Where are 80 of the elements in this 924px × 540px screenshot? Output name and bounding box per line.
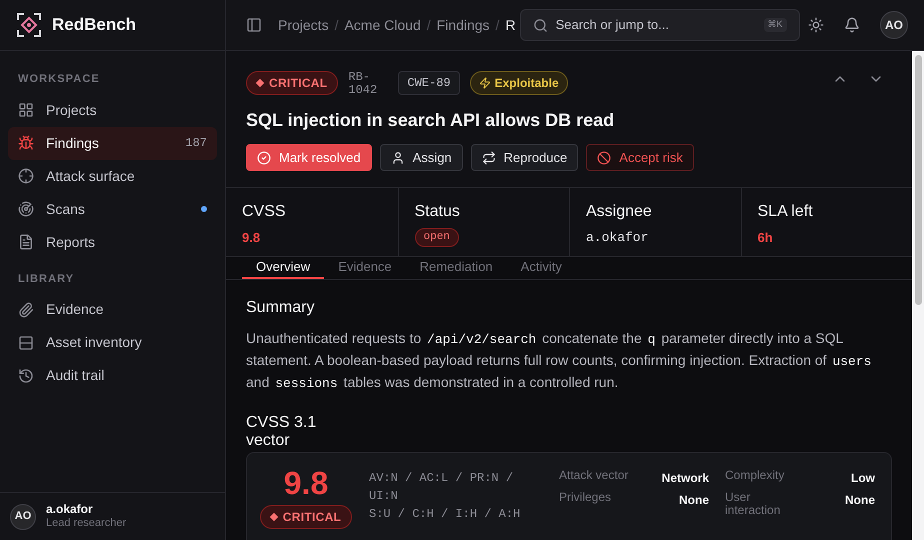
nav-item[interactable]: Scans <box>8 192 217 226</box>
stat-label: Assignee <box>586 202 653 222</box>
stat-value: 6h <box>758 229 774 247</box>
tab[interactable]: Overview <box>242 257 324 278</box>
bug-icon <box>18 135 34 151</box>
breadcrumb-separator: / <box>496 16 500 34</box>
nav-item[interactable]: Audit trail <box>8 359 217 392</box>
rows-icon <box>18 334 34 350</box>
status-badge: open <box>414 228 459 246</box>
user-role: Lead researcher <box>46 517 126 531</box>
metric-label: Complexity <box>725 468 786 482</box>
stat-label: CVSS <box>242 202 287 222</box>
breadcrumb-separator: / <box>426 16 431 34</box>
nav-item[interactable]: Attack surface <box>8 160 217 192</box>
action-button[interactable]: Accept risk <box>586 144 694 171</box>
section-heading: Summary <box>246 298 316 318</box>
exploitable-badge: Exploitable <box>470 71 568 95</box>
cwe-tag: CWE-89 <box>398 71 460 95</box>
radar-icon <box>18 201 34 217</box>
metric-value: Low <box>851 470 875 486</box>
tab[interactable]: Remediation <box>406 257 507 278</box>
stat-label: SLA left <box>758 202 814 222</box>
notifications-icon[interactable] <box>844 17 860 33</box>
cvss-score: 9.8 <box>284 464 328 500</box>
section-heading: CVSS 3.1 vector <box>246 414 318 450</box>
crosshair-icon <box>18 168 34 184</box>
breadcrumb-link[interactable]: Projects <box>278 14 329 36</box>
breadcrumb-separator: / <box>334 16 338 34</box>
metric-value: Network <box>662 470 709 486</box>
paperclip-icon <box>18 302 34 318</box>
user-avatar[interactable]: AO <box>880 11 908 39</box>
severity-badge: CRITICAL <box>260 504 352 528</box>
stat-value: 9.8 <box>242 229 262 247</box>
tab[interactable]: Evidence <box>324 257 406 278</box>
breadcrumb-link[interactable]: Acme Cloud <box>344 14 421 36</box>
user-avatar[interactable]: AO <box>10 504 36 530</box>
nav-item[interactable]: Evidence <box>8 293 217 326</box>
metric-label: Attack vector <box>559 468 629 482</box>
breadcrumb-link[interactable]: R <box>505 14 516 36</box>
action-button[interactable]: Mark resolved <box>246 144 372 171</box>
scrollbar[interactable] <box>912 51 924 540</box>
breadcrumb-link[interactable]: Findings <box>436 14 490 36</box>
document-icon <box>18 234 34 250</box>
stat-label: Status <box>414 202 461 222</box>
sidebar-toggle-icon[interactable] <box>246 17 262 33</box>
theme-icon[interactable] <box>808 17 824 33</box>
search-icon <box>532 18 548 32</box>
user-name: a.okafor <box>46 502 94 518</box>
app-name: RedBench <box>52 14 136 36</box>
nav-item[interactable]: Findings 187 <box>8 126 217 160</box>
search-field[interactable]: Search or jump to... ⌘K <box>520 9 800 41</box>
metric-label: Privileges <box>559 490 612 504</box>
logo-icon <box>16 12 42 38</box>
section-heading: WORKSPACE <box>17 72 101 87</box>
action-button[interactable]: Reproduce <box>470 144 578 171</box>
grid-icon <box>18 102 34 118</box>
nav-item[interactable]: Asset inventory <box>8 326 217 359</box>
blocked-icon <box>597 150 612 164</box>
count: 187 <box>185 135 207 152</box>
metric-value: None <box>845 492 875 508</box>
repeat-icon <box>482 150 496 164</box>
search-input[interactable]: Search or jump to... <box>556 15 756 35</box>
summary-paragraph: Unauthenticated requests to /api/v2/search concatenate the q parameter directly into a SQL statement. A boolean-based payload returns full row counts, confirming injection. Extraction of users and sessions tables was demonstrated in a controlled run. <box>246 328 872 392</box>
shortcut-key: ⌘K <box>764 18 787 32</box>
nav-item[interactable]: Reports <box>8 226 217 258</box>
person-icon <box>390 150 405 164</box>
nav-item[interactable]: Projects <box>8 94 217 126</box>
section-heading: LIBRARY <box>17 272 76 286</box>
check-circle-icon <box>257 150 271 164</box>
finding-id: RB-1042 <box>348 71 378 97</box>
cvss-vector: S:U / C:H / I:H / A:H <box>369 506 522 522</box>
stat-value: a.okafor <box>586 229 650 247</box>
metric-label: User interaction <box>725 490 782 516</box>
tab[interactable]: Activity <box>506 257 576 278</box>
cvss-vector: AV:N / AC:L / PR:N / UI:N <box>369 470 514 504</box>
finding-title: SQL injection in search API allows DB read <box>246 109 616 132</box>
severity-badge: CRITICAL <box>246 71 338 95</box>
metric-value: None <box>679 492 709 508</box>
history-icon <box>18 368 34 384</box>
action-button[interactable]: Assign <box>380 144 463 171</box>
